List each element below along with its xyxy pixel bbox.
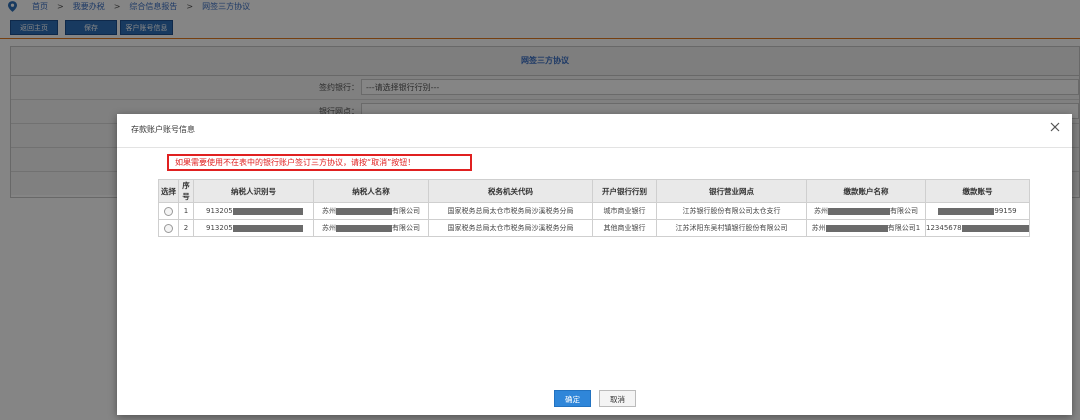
name-prefix: 苏州 [322,207,336,215]
taxpayer-id-cell: 913205 [193,219,314,237]
row-radio[interactable] [164,223,173,233]
account-no-cell: 99159 [925,202,1030,220]
redaction-mask [232,207,303,215]
col-account-no: 缴款账号 [925,179,1030,203]
redaction-mask [232,224,303,232]
col-seq: 序号 [178,179,194,203]
account-name-cell: 苏州 有限公司1 [806,219,926,237]
redaction-mask [825,224,888,232]
name-prefix: 苏州 [322,224,336,232]
col-bank-type: 开户银行行别 [592,179,657,203]
tax-office-cell: 国家税务总局太仓市税务局沙溪税务分局 [428,202,593,220]
col-tax-office: 税务机关代码 [428,179,593,203]
tax-office-cell: 国家税务总局太仓市税务局沙溪税务分局 [428,219,593,237]
table-row[interactable]: 2 913205 苏州 有限公司 国家税务总局太仓市税务局沙溪税务分局 其他商业银… [158,219,1030,237]
dialog-title: 存款账户账号信息 [131,125,195,134]
cancel-button[interactable]: 取消 [599,390,636,407]
close-icon[interactable] [1050,122,1060,132]
taxpayer-id-prefix: 913205 [206,207,233,215]
name-suffix: 有限公司 [392,224,420,232]
select-cell [158,219,179,237]
taxpayer-name-cell: 苏州 有限公司 [313,202,429,220]
account-name-prefix: 苏州 [811,224,826,232]
taxpayer-name-cell: 苏州 有限公司 [313,219,429,237]
account-no-suffix: 99159 [994,207,1017,215]
taxpayer-id-cell: 913205 [193,202,314,220]
redaction-mask [961,224,1029,232]
account-name-prefix: 苏州 [814,207,828,215]
confirm-button[interactable]: 确定 [554,390,591,407]
col-taxpayer-id: 纳税人识别号 [193,179,314,203]
account-name-cell: 苏州 有限公司 [806,202,926,220]
redaction-mask [336,207,392,215]
account-name-suffix: 有限公司 [890,207,918,215]
account-no-cell: 12345678 [925,219,1030,237]
col-account-name: 缴款账户名称 [806,179,926,203]
col-select: 选择 [158,179,179,203]
branch-cell: 江苏银行股份有限公司太仓支行 [656,202,807,220]
account-table: 选择 序号 纳税人识别号 纳税人名称 税务机关代码 开户银行行别 银行营业网点 … [158,179,1030,237]
name-suffix: 有限公司 [392,207,420,215]
col-taxpayer-name: 纳税人名称 [313,179,429,203]
seq-cell: 1 [178,202,194,220]
warning-notice: 如果需要使用不在表中的银行账户签订三方协议，请按“取消”按钮！ [167,154,472,171]
account-no-prefix: 12345678 [926,224,962,232]
bank-type-cell: 其他商业银行 [592,219,657,237]
dialog-divider [117,147,1072,148]
table-row[interactable]: 1 913205 苏州 有限公司 国家税务总局太仓市税务局沙溪税务分局 城市商业银… [158,202,1030,220]
select-cell [158,202,179,220]
redaction-mask [828,207,890,215]
account-info-dialog: 存款账户账号信息 如果需要使用不在表中的银行账户签订三方协议，请按“取消”按钮！… [117,114,1072,415]
taxpayer-id-prefix: 913205 [206,224,233,232]
table-header: 选择 序号 纳税人识别号 纳税人名称 税务机关代码 开户银行行别 银行营业网点 … [158,179,1030,203]
account-name-suffix: 有限公司1 [887,224,921,232]
bank-type-cell: 城市商业银行 [592,202,657,220]
seq-cell: 2 [178,219,194,237]
redaction-mask [938,207,995,215]
col-branch: 银行营业网点 [656,179,807,203]
redaction-mask [336,224,392,232]
row-radio[interactable] [164,206,173,216]
branch-cell: 江苏沭阳东吴村镇银行股份有限公司 [656,219,807,237]
